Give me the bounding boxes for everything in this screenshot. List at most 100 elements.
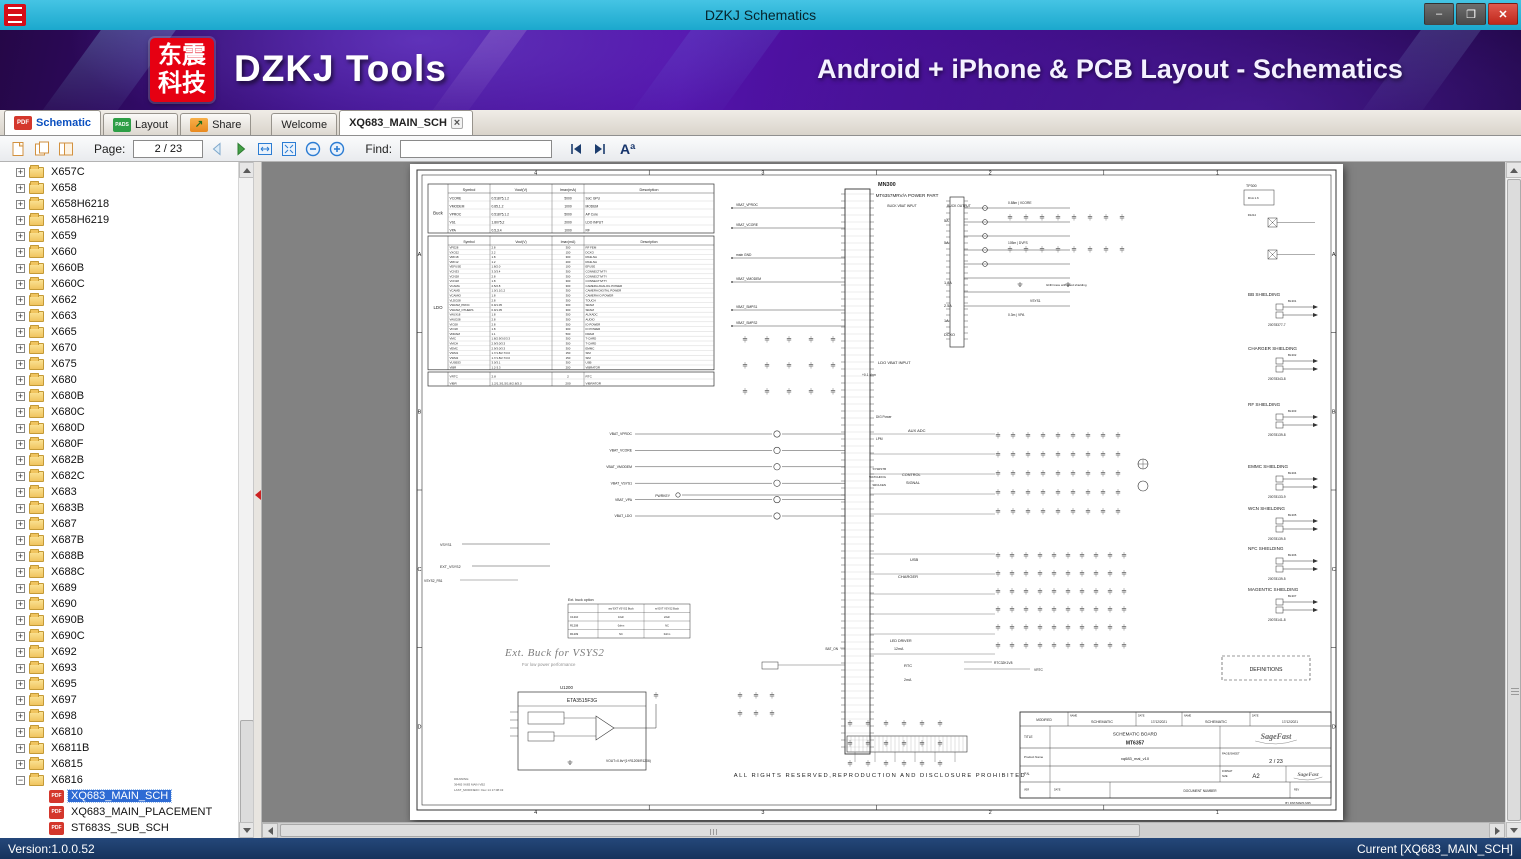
expand-icon[interactable]: + — [16, 551, 25, 561]
tree-folder[interactable]: + X6815 — [0, 756, 238, 772]
expand-icon[interactable]: + — [16, 455, 25, 465]
expand-icon[interactable]: + — [16, 599, 25, 609]
expand-icon[interactable]: + — [16, 295, 25, 305]
tree-folder[interactable]: + X657C — [0, 164, 238, 180]
find-input[interactable] — [400, 139, 553, 158]
tree-document[interactable]: PDF XQ683_MAIN_PLACEMENT — [0, 804, 238, 820]
tree-folder[interactable]: + X660C — [0, 276, 238, 292]
zoom-in-button[interactable] — [327, 139, 347, 159]
tree-folder[interactable]: + X665 — [0, 324, 238, 340]
expand-icon[interactable]: + — [16, 519, 25, 529]
viewer-scrollbar[interactable] — [1505, 162, 1521, 838]
text-size-icon[interactable]: Aª — [620, 141, 635, 157]
previous-page-button[interactable] — [207, 139, 227, 159]
tree-folder[interactable]: + X659 — [0, 228, 238, 244]
fit-width-button[interactable] — [255, 139, 275, 159]
expand-icon[interactable]: + — [16, 311, 25, 321]
find-previous-button[interactable] — [566, 139, 586, 159]
expand-icon[interactable]: + — [16, 279, 25, 289]
close-button[interactable]: ✕ — [1488, 3, 1518, 25]
expand-icon[interactable]: + — [16, 695, 25, 705]
tree-folder[interactable]: + X680C — [0, 404, 238, 420]
tree-folder[interactable]: + X683 — [0, 484, 238, 500]
scroll-left-icon[interactable] — [262, 823, 278, 838]
tree-folder[interactable]: + X660 — [0, 244, 238, 260]
tab-close-icon[interactable]: × — [450, 117, 463, 129]
expand-icon[interactable]: + — [16, 503, 25, 513]
expand-icon[interactable]: + — [16, 263, 25, 273]
expand-icon[interactable]: + — [16, 679, 25, 689]
tree-folder[interactable]: + X680B — [0, 388, 238, 404]
tree-folder[interactable]: + X682C — [0, 468, 238, 484]
document-tab[interactable]: XQ683_MAIN_SCH × — [339, 110, 473, 135]
scroll-right-icon[interactable] — [1489, 823, 1505, 838]
tree-folder[interactable]: + X690B — [0, 612, 238, 628]
sidebar-scroll-thumb[interactable] — [240, 720, 253, 838]
expand-icon[interactable]: + — [16, 247, 25, 257]
tree-folder[interactable]: + X663 — [0, 308, 238, 324]
page-layout-single-icon[interactable] — [8, 139, 28, 159]
tree-folder[interactable]: + X683B — [0, 500, 238, 516]
find-next-button[interactable] — [590, 139, 610, 159]
tree-folder[interactable]: + X680 — [0, 372, 238, 388]
document-tab[interactable]: Welcome × — [271, 113, 338, 135]
ribbon-tab[interactable]: Schematic — [4, 110, 102, 135]
expand-icon[interactable]: + — [16, 359, 25, 369]
tree-folder[interactable]: + X695 — [0, 676, 238, 692]
expand-icon[interactable]: + — [16, 759, 25, 769]
expand-icon[interactable]: + — [16, 327, 25, 337]
tree-folder[interactable]: + X658H6218 — [0, 196, 238, 212]
tree-folder[interactable]: + X690 — [0, 596, 238, 612]
tree-folder[interactable]: + X682B — [0, 452, 238, 468]
tree-folder[interactable]: + X698 — [0, 708, 238, 724]
expand-icon[interactable]: + — [16, 647, 25, 657]
tree-folder[interactable]: + X662 — [0, 292, 238, 308]
tree-folder[interactable]: + X675 — [0, 356, 238, 372]
zoom-out-button[interactable] — [303, 139, 323, 159]
horizontal-scroll-thumb[interactable] — [280, 824, 1140, 837]
expand-icon[interactable]: + — [16, 615, 25, 625]
splitter[interactable] — [254, 162, 262, 838]
tree-folder[interactable]: + X658 — [0, 180, 238, 196]
tree-folder[interactable]: + X697 — [0, 692, 238, 708]
tree-folder[interactable]: + X658H6219 — [0, 212, 238, 228]
scroll-down-icon[interactable] — [1506, 822, 1521, 838]
next-page-button[interactable] — [231, 139, 251, 159]
minimize-button[interactable]: – — [1424, 3, 1454, 25]
scroll-up-icon[interactable] — [1506, 162, 1521, 178]
expand-icon[interactable]: + — [16, 663, 25, 673]
page-number-input[interactable] — [133, 139, 204, 158]
schematic-page[interactable]: 4 4 3 3 2 2 1 1 A A B B C C D D Buck Symbol Vout(V) Imax(mA… — [410, 164, 1343, 820]
expand-icon[interactable]: + — [16, 711, 25, 721]
collapse-arrow-icon[interactable] — [255, 490, 261, 500]
tree-folder[interactable]: + X688B — [0, 548, 238, 564]
tree-folder[interactable]: + X693 — [0, 660, 238, 676]
fit-page-button[interactable] — [279, 139, 299, 159]
tree-folder[interactable]: + X660B — [0, 260, 238, 276]
tree-document[interactable]: PDF XQ683_MAIN_SCH — [0, 788, 238, 804]
tree-folder[interactable]: + X670 — [0, 340, 238, 356]
ribbon-tab[interactable]: Share — [180, 113, 252, 135]
expand-icon[interactable]: + — [16, 391, 25, 401]
expand-icon[interactable]: + — [16, 199, 25, 209]
expand-icon[interactable]: + — [16, 343, 25, 353]
expand-icon[interactable]: + — [16, 215, 25, 225]
expand-icon[interactable]: + — [16, 375, 25, 385]
page-layout-double-icon[interactable] — [32, 139, 52, 159]
expand-icon[interactable]: + — [16, 439, 25, 449]
collapse-icon[interactable]: − — [16, 775, 25, 785]
expand-icon[interactable]: + — [16, 487, 25, 497]
expand-icon[interactable]: + — [16, 743, 25, 753]
tree-folder[interactable]: + X689 — [0, 580, 238, 596]
tree-folder[interactable]: + X680D — [0, 420, 238, 436]
tree-document[interactable]: PDF ST683S_SUB_SCH — [0, 820, 238, 836]
horizontal-scrollbar[interactable] — [262, 822, 1505, 838]
expand-icon[interactable]: + — [16, 471, 25, 481]
tree-folder[interactable]: + X6811B — [0, 740, 238, 756]
tree-folder[interactable]: + X687B — [0, 532, 238, 548]
expand-icon[interactable]: + — [16, 727, 25, 737]
tree-folder[interactable]: + X687 — [0, 516, 238, 532]
expand-icon[interactable]: + — [16, 535, 25, 545]
page-layout-book-icon[interactable] — [56, 139, 76, 159]
tree-folder[interactable]: − X6816 — [0, 772, 238, 788]
